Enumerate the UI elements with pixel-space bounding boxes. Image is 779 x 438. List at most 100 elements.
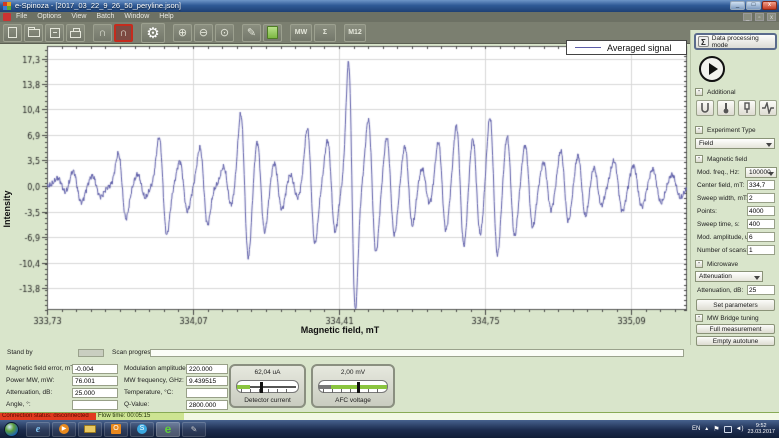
readout-row: Temperature, °C: [124,388,230,398]
m12-button[interactable]: M12 [344,24,366,42]
settings-button[interactable]: ⚙ [141,23,165,43]
empty-autotune-button[interactable]: Empty autotune [696,336,775,346]
q-value-value[interactable] [186,400,228,410]
zoom-reset-button[interactable]: ⊙ [215,24,234,42]
mdi-restore-button[interactable]: ▫ [755,13,764,21]
sweep-time-row: Sweep time, s: [697,219,777,230]
sweep-width-input[interactable] [747,193,775,203]
magnet-tool-button[interactable]: ∩ [93,24,112,42]
taskbar-item-explorer[interactable] [78,422,102,437]
mod-freq-row: Mod. freq., Hz: 100000 [697,167,777,178]
restore-button[interactable]: □ [746,1,761,10]
mdi-minimize-button[interactable]: _ [743,13,752,21]
minimize-button[interactable]: _ [730,1,745,10]
detector-current-slider[interactable] [236,380,299,393]
set-parameters-button[interactable]: Set parameters [696,299,775,311]
close-button[interactable]: x [762,1,777,10]
zoom-in-button[interactable]: ⊕ [173,24,192,42]
attenuation-readout-value[interactable] [72,388,118,398]
experiment-type-select[interactable]: Field [695,138,775,149]
microwave-mode-value: Attenuation [699,273,732,280]
legend: Averaged signal [566,40,687,55]
microwave-mode-select[interactable]: Attenuation [695,271,763,282]
open-file-button[interactable] [24,24,43,42]
magnet-tool-active-button[interactable]: ∩ [114,24,133,42]
data-processing-mode-button[interactable]: Σ Data processing mode [694,33,777,50]
taskbar-item-espinoza[interactable]: e [156,422,180,437]
mod-amplitude-row: Mod. amplitude, uT: [697,232,777,243]
mod-freq-label: Mod. freq., Hz: [697,169,740,176]
sweep-width-row: Sweep width, mT: [697,193,777,204]
notebook-button[interactable] [263,24,282,42]
mod-amplitude-readout-value[interactable] [186,364,228,374]
menu-help[interactable]: Help [159,12,173,22]
notebook-icon [267,26,278,39]
language-indicator[interactable]: EN [692,426,700,432]
spectrum-plot[interactable] [0,44,690,345]
probe-button[interactable] [738,100,756,116]
network-icon[interactable] [724,426,732,433]
points-row: Points: [697,206,777,217]
collapse-magnetic-button[interactable]: - [695,155,703,163]
temperature-button[interactable] [717,100,735,116]
signal-button[interactable] [759,100,777,116]
title-bar: e-Spinoza - [2017_03_22_9_26_50_peryline… [0,0,779,12]
start-button[interactable] [4,422,19,437]
taskbar-item-skype[interactable]: S [130,422,154,437]
print-button[interactable] [66,24,85,42]
taskbar-item-media-player[interactable]: ▶ [52,422,76,437]
zoom-reset-icon: ⊙ [220,26,229,39]
menu-file[interactable]: File [16,12,27,22]
collapse-microwave-button[interactable]: - [695,260,703,268]
mdi-close-button[interactable]: x [767,13,776,21]
new-file-button[interactable] [3,24,22,42]
flag-icon[interactable]: ⚑ [713,425,719,433]
slider-handle[interactable] [357,382,360,393]
clock[interactable]: 9:52 23.03.2017 [747,423,777,435]
full-measurement-button[interactable]: Full measurement [696,324,775,334]
power-mw-value[interactable] [72,376,118,386]
taskbar-item-tools[interactable]: ✎ [182,422,206,437]
mw-frequency-label: MW frequency, GHz: [124,377,184,384]
menu-options[interactable]: Options [37,12,61,22]
menu-batch[interactable]: Batch [96,12,114,22]
angle-value[interactable] [72,400,118,410]
window-title: e-Spinoza - [2017_03_22_9_26_50_peryline… [15,0,181,12]
attenuation-readout-label: Attenuation, dB: [6,389,52,396]
field-error-value[interactable] [72,364,118,374]
collapse-experiment-button[interactable]: - [695,126,703,134]
sample-position-button[interactable] [696,100,714,116]
center-field-input[interactable] [747,180,775,190]
collapse-additional-button[interactable]: - [695,88,703,96]
play-icon [709,63,718,75]
slider-handle[interactable] [260,382,263,393]
internet-explorer-icon: e [36,424,40,435]
mw-button[interactable]: MW [290,24,312,42]
mod-freq-select[interactable]: 100000 [745,167,777,178]
start-button[interactable] [699,56,725,82]
taskbar-item-internet-explorer[interactable]: e [26,422,50,437]
attenuation-input[interactable] [747,285,775,295]
save-button[interactable] [45,24,64,42]
sum-button[interactable]: Σ [314,24,336,42]
temperature-label: Temperature, °C: [124,389,173,396]
menu-window[interactable]: Window [124,12,149,22]
menu-view[interactable]: View [71,12,86,22]
hidden-icons-arrow[interactable]: ▲ [704,426,709,432]
sweep-time-input[interactable] [747,219,775,229]
mw-frequency-value[interactable] [186,376,228,386]
field-error-label: Magnetic field error, mT: [6,365,75,372]
afc-voltage-slider[interactable] [318,380,388,393]
mod-amplitude-input[interactable] [747,232,775,242]
q-value-label: Q-Value: [124,401,149,408]
mw-bridge-title: MW Bridge tuning [707,315,759,322]
scans-input[interactable] [747,245,775,255]
connection-strip: Connection status: disconnected Flow tim… [0,412,779,420]
taskbar-item-outlook[interactable]: O [104,422,128,437]
points-input[interactable] [747,206,775,216]
edit-button[interactable]: ✎ [242,24,261,42]
collapse-bridge-button[interactable]: - [695,314,703,322]
volume-icon[interactable]: ◄) [736,426,744,432]
temperature-value[interactable] [186,388,228,398]
zoom-out-button[interactable]: ⊖ [194,24,213,42]
